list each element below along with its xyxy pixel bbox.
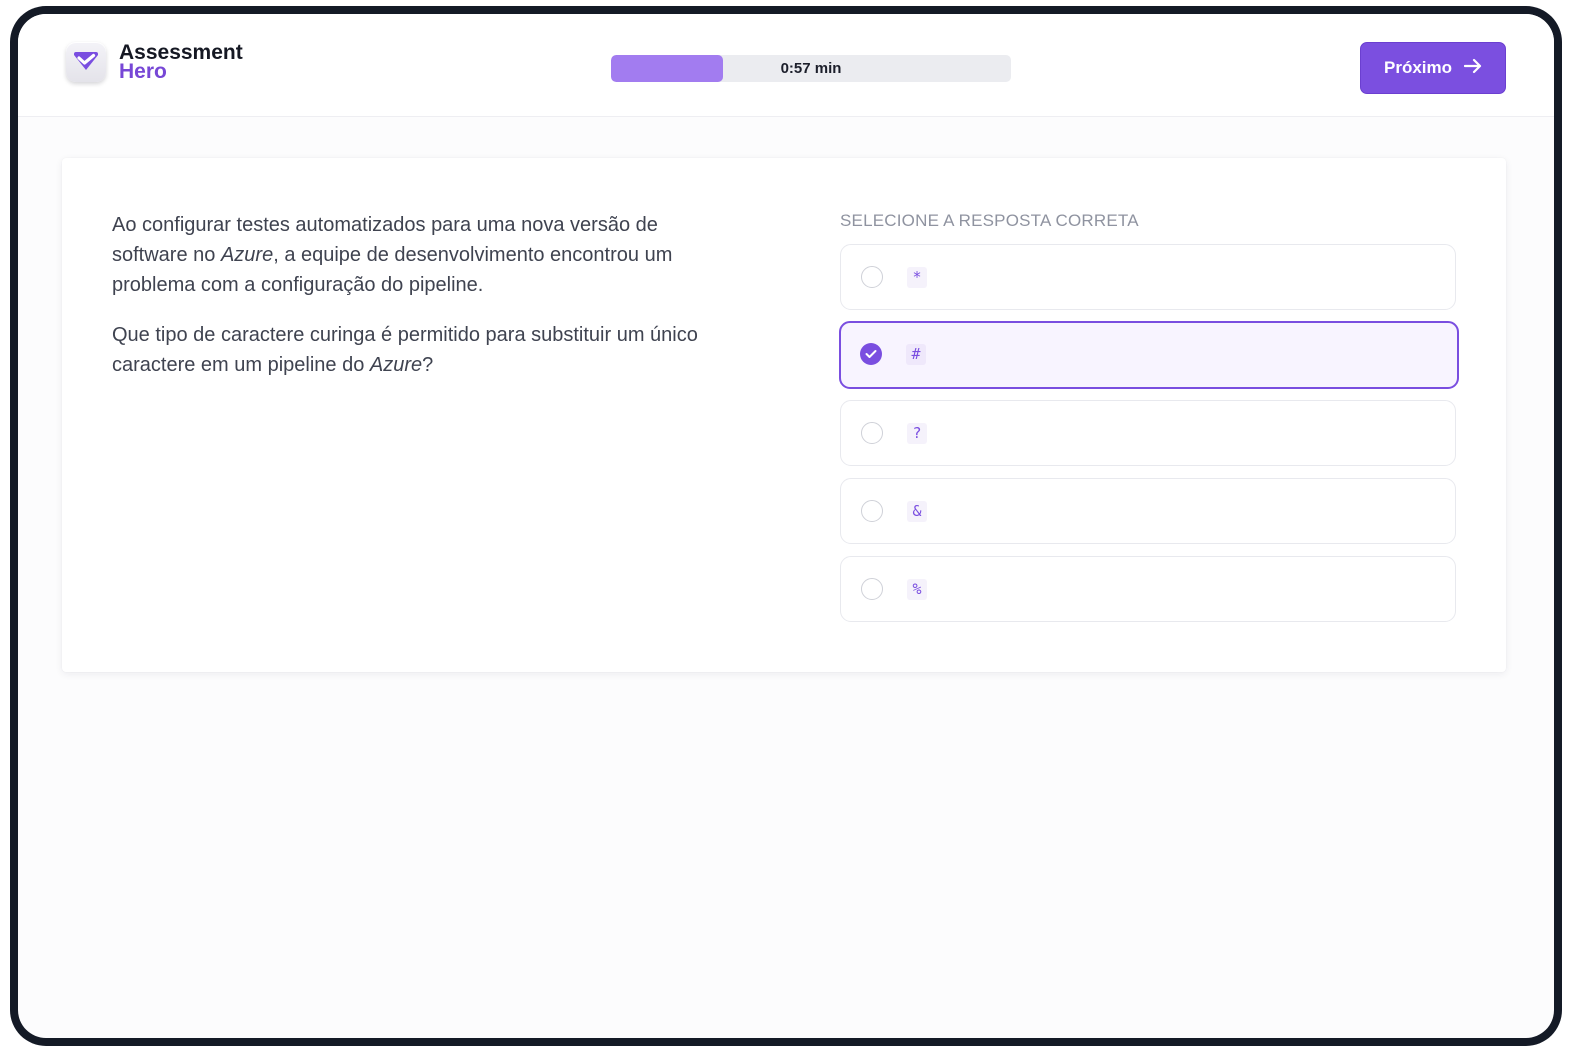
timer-text: 0:57 min <box>780 60 842 77</box>
answer-option-3[interactable]: ? <box>840 400 1456 466</box>
radio-button[interactable] <box>861 266 883 288</box>
timer-progress-bar: 0:57 min <box>611 55 1011 82</box>
answer-option-label: # <box>906 344 926 365</box>
answer-option-4[interactable]: & <box>840 478 1456 544</box>
radio-button-checked[interactable] <box>860 343 882 365</box>
device-frame: Assessment Hero 0:57 min Próximo Ao conf <box>10 6 1562 1046</box>
question-card: Ao configurar testes automatizados para … <box>62 158 1506 672</box>
brand-logo: Assessment Hero <box>66 42 243 82</box>
answer-option-2[interactable]: # <box>839 321 1459 389</box>
next-button[interactable]: Próximo <box>1360 42 1506 94</box>
radio-button[interactable] <box>861 500 883 522</box>
answer-option-5[interactable]: % <box>840 556 1456 622</box>
answer-option-label: & <box>907 501 927 522</box>
heart-check-icon <box>66 42 106 82</box>
question-prompt: Que tipo de caractere curinga é permitid… <box>112 320 732 380</box>
question-prompt-emphasis: Azure <box>369 354 423 376</box>
check-icon <box>865 350 877 358</box>
top-bar: Assessment Hero 0:57 min Próximo <box>18 14 1554 117</box>
answer-option-label: % <box>907 579 927 600</box>
question-text: Ao configurar testes automatizados para … <box>112 210 732 400</box>
answer-option-1[interactable]: * <box>840 244 1456 310</box>
radio-button[interactable] <box>861 578 883 600</box>
answer-option-label: ? <box>907 423 927 444</box>
radio-button[interactable] <box>861 422 883 444</box>
question-prompt-part2: ? <box>422 354 434 376</box>
answer-option-label: * <box>907 267 927 288</box>
brand-name-line2: Hero <box>119 60 167 83</box>
question-context-emphasis: Azure <box>220 244 274 266</box>
next-button-label: Próximo <box>1383 58 1453 77</box>
arrow-right-icon <box>1463 58 1482 79</box>
question-context: Ao configurar testes automatizados para … <box>112 210 732 300</box>
brand-name: Assessment Hero <box>119 42 243 83</box>
app-screen: Assessment Hero 0:57 min Próximo Ao conf <box>18 14 1554 1038</box>
answers-title: SELECIONE A RESPOSTA CORRETA <box>840 211 1139 230</box>
